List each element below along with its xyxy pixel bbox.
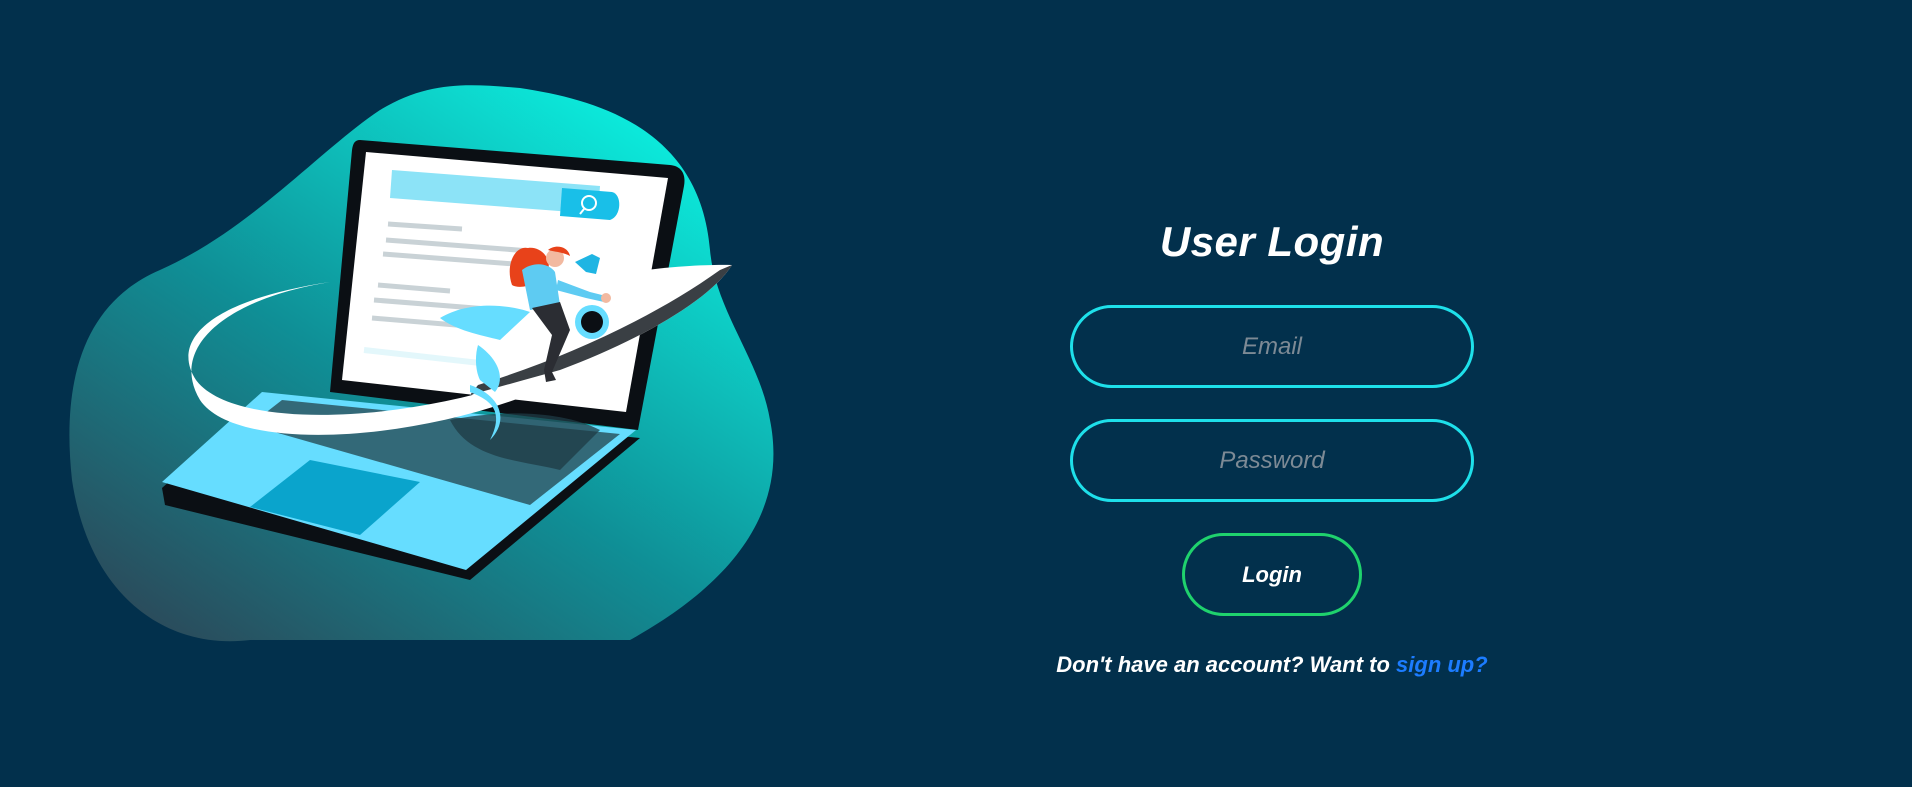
login-form: User Login Login Don't have an account? …: [1030, 200, 1514, 678]
login-page: User Login Login Don't have an account? …: [0, 0, 1912, 787]
email-input[interactable]: [1070, 305, 1474, 388]
password-input[interactable]: [1070, 419, 1474, 502]
page-title: User Login: [1159, 218, 1385, 265]
screen-search-button: [560, 188, 620, 220]
signup-prompt: Don't have an account? Want to sign up?: [1056, 652, 1487, 678]
laptop-rocket-illustration: [69, 85, 774, 642]
signup-prompt-text: Don't have an account? Want to: [1056, 652, 1397, 677]
signup-link[interactable]: sign up?: [1396, 652, 1488, 677]
login-button[interactable]: Login: [1182, 533, 1362, 616]
